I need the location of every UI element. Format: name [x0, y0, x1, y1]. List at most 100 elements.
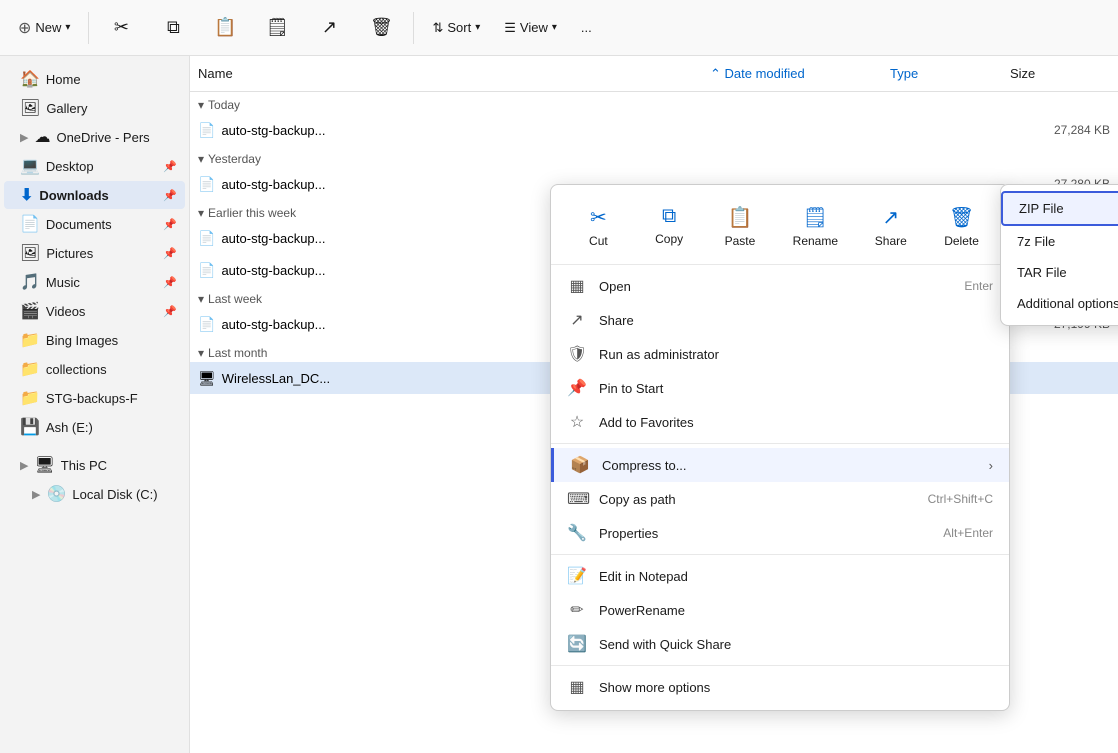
desktop-pin-icon: 📌: [163, 160, 177, 173]
videos-icon: 🎬: [20, 301, 40, 321]
new-chevron-icon: ▾: [65, 22, 70, 33]
cm-favorites-label: Add to Favorites: [599, 415, 993, 430]
view-label: View: [520, 20, 548, 35]
local-disk-expand-icon: ▶: [32, 488, 40, 501]
cm-pin-start[interactable]: 📌 Pin to Start: [551, 371, 1009, 405]
cm-properties-label: Properties: [599, 526, 931, 541]
file-name-text: auto-stg-backup...: [221, 231, 325, 246]
cm-notepad-icon: 📝: [567, 566, 587, 586]
cm-properties[interactable]: 🔧 Properties Alt+Enter: [551, 516, 1009, 550]
cm-edit-notepad[interactable]: 📝 Edit in Notepad: [551, 559, 1009, 593]
col-header-name[interactable]: Name: [198, 66, 710, 81]
share-button[interactable]: ↗: [305, 6, 353, 50]
cm-copy-path-label: Copy as path: [599, 492, 916, 507]
share-icon: ↗: [322, 17, 337, 38]
cm-more-options[interactable]: ▦ Show more options: [551, 670, 1009, 704]
cm-quick-share[interactable]: 🔄 Send with Quick Share: [551, 627, 1009, 661]
sidebar-item-music[interactable]: 🎵 Music 📌: [4, 268, 185, 296]
cm-paste-label: Paste: [725, 234, 756, 248]
delete-button[interactable]: 🗑: [357, 6, 405, 50]
col-header-size[interactable]: Size: [1010, 66, 1110, 81]
file-icon: 📄: [198, 122, 215, 139]
sidebar-item-stg-backups[interactable]: 📁 STG-backups-F: [4, 384, 185, 412]
sidebar-item-pictures[interactable]: 🖼 Pictures 📌: [4, 239, 185, 267]
sidebar-label-gallery: Gallery: [46, 101, 87, 116]
sidebar-item-home[interactable]: 🏠 Home: [4, 65, 185, 93]
cm-favorites-icon: ☆: [567, 412, 587, 432]
cm-cut-label: Cut: [589, 234, 608, 248]
more-button[interactable]: ...: [571, 6, 602, 50]
cut-button[interactable]: ✂: [97, 6, 145, 50]
view-button[interactable]: ☰ View ▾: [494, 6, 567, 50]
cm-more-options-label: Show more options: [599, 680, 993, 695]
group-today: ▾ Today: [190, 92, 1118, 114]
sidebar-item-onedrive[interactable]: ▶ ☁ OneDrive - Pers: [4, 123, 185, 151]
cm-delete-button[interactable]: 🗑 Delete: [934, 199, 990, 254]
gallery-icon: 🖼: [20, 98, 40, 118]
sort-label: Sort: [447, 20, 471, 35]
sidebar-item-collections[interactable]: 📁 collections: [4, 355, 185, 383]
sidebar-label-music: Music: [46, 275, 80, 290]
sidebar-item-this-pc[interactable]: ▶ 🖥 This PC: [4, 451, 185, 479]
sidebar-label-documents: Documents: [46, 217, 112, 232]
cm-paste-button[interactable]: 📋 Paste: [712, 199, 768, 254]
cm-compress[interactable]: 📦 Compress to... ›: [551, 448, 1009, 482]
sidebar-item-bing-images[interactable]: 📁 Bing Images: [4, 326, 185, 354]
sidebar-item-videos[interactable]: 🎬 Videos 📌: [4, 297, 185, 325]
col-header-date[interactable]: ⌃ Date modified: [710, 66, 890, 82]
group-earlier-chevron: ▾: [198, 206, 204, 220]
delete-icon: 🗑: [370, 17, 393, 38]
sidebar-item-documents[interactable]: 📄 Documents 📌: [4, 210, 185, 238]
col-header-type[interactable]: Type: [890, 66, 1010, 81]
compress-additional[interactable]: Additional options: [1001, 288, 1118, 319]
cm-run-admin[interactable]: 🛡 Run as administrator: [551, 337, 1009, 371]
file-icon: 📄: [198, 316, 215, 333]
toolbar-separator-1: [88, 12, 89, 44]
sidebar-item-gallery[interactable]: 🖼 Gallery: [4, 94, 185, 122]
cm-separator-3: [551, 665, 1009, 666]
group-yesterday-label: Yesterday: [208, 152, 261, 166]
sidebar-item-local-disk[interactable]: ▶ 💿 Local Disk (C:): [4, 480, 185, 508]
sidebar-item-desktop[interactable]: 💻 Desktop 📌: [4, 152, 185, 180]
cm-share-label: Share: [875, 234, 907, 248]
plus-icon: ⊕: [18, 18, 31, 38]
compress-zip[interactable]: ZIP File: [1001, 191, 1118, 226]
cm-share[interactable]: ↗ Share: [551, 303, 1009, 337]
sidebar: 🏠 Home 🖼 Gallery ▶ ☁ OneDrive - Pers 💻 D…: [0, 56, 190, 753]
sidebar-item-downloads[interactable]: ⬇ Downloads 📌: [4, 181, 185, 209]
cm-cut-button[interactable]: ✂ Cut: [570, 199, 626, 254]
cm-cut-icon: ✂: [590, 205, 607, 230]
new-label: New: [35, 20, 61, 35]
cm-compress-arrow: ›: [989, 458, 993, 473]
file-row[interactable]: 📄 auto-stg-backup... 27,284 KB: [190, 114, 1118, 146]
new-button[interactable]: ⊕ New ▾: [8, 6, 80, 50]
rename-button[interactable]: 🗒: [253, 6, 301, 50]
compress-tar[interactable]: TAR File: [1001, 257, 1118, 288]
main-area: 🏠 Home 🖼 Gallery ▶ ☁ OneDrive - Pers 💻 D…: [0, 56, 1118, 753]
sort-button[interactable]: ⇅ Sort ▾: [422, 6, 490, 50]
context-menu: ✂ Cut ⧉ Copy 📋 Paste 🗒 Rename ↗ Shar: [550, 184, 1010, 711]
cm-copy-path[interactable]: ⌨ Copy as path Ctrl+Shift+C: [551, 482, 1009, 516]
file-name-text: auto-stg-backup...: [221, 123, 325, 138]
this-pc-icon: 🖥: [34, 455, 54, 475]
cm-powerrename[interactable]: ✏ PowerRename: [551, 593, 1009, 627]
cm-rename-icon: 🗒: [803, 205, 828, 230]
cm-properties-shortcut: Alt+Enter: [943, 526, 993, 540]
sidebar-item-ash[interactable]: 💾 Ash (E:): [4, 413, 185, 441]
file-size: 27,284 KB: [1010, 123, 1110, 137]
paste-button[interactable]: 📋: [201, 6, 249, 50]
cm-copy-button[interactable]: ⧉ Copy: [641, 199, 697, 254]
cm-more-options-icon: ▦: [567, 677, 587, 697]
cm-rename-button[interactable]: 🗒 Rename: [783, 199, 848, 254]
cut-icon: ✂: [114, 17, 129, 38]
cm-share-button[interactable]: ↗ Share: [863, 199, 919, 254]
cm-pin-start-label: Pin to Start: [599, 381, 993, 396]
cm-share-icon: ↗: [882, 205, 899, 230]
file-name: 📄 auto-stg-backup...: [198, 122, 710, 139]
copy-button[interactable]: ⧉: [149, 6, 197, 50]
file-name-text: auto-stg-backup...: [221, 317, 325, 332]
cm-open[interactable]: ▦ Open Enter: [551, 269, 1009, 303]
group-today-chevron: ▾: [198, 98, 204, 112]
compress-7z[interactable]: 7z File: [1001, 226, 1118, 257]
cm-add-favorites[interactable]: ☆ Add to Favorites: [551, 405, 1009, 439]
